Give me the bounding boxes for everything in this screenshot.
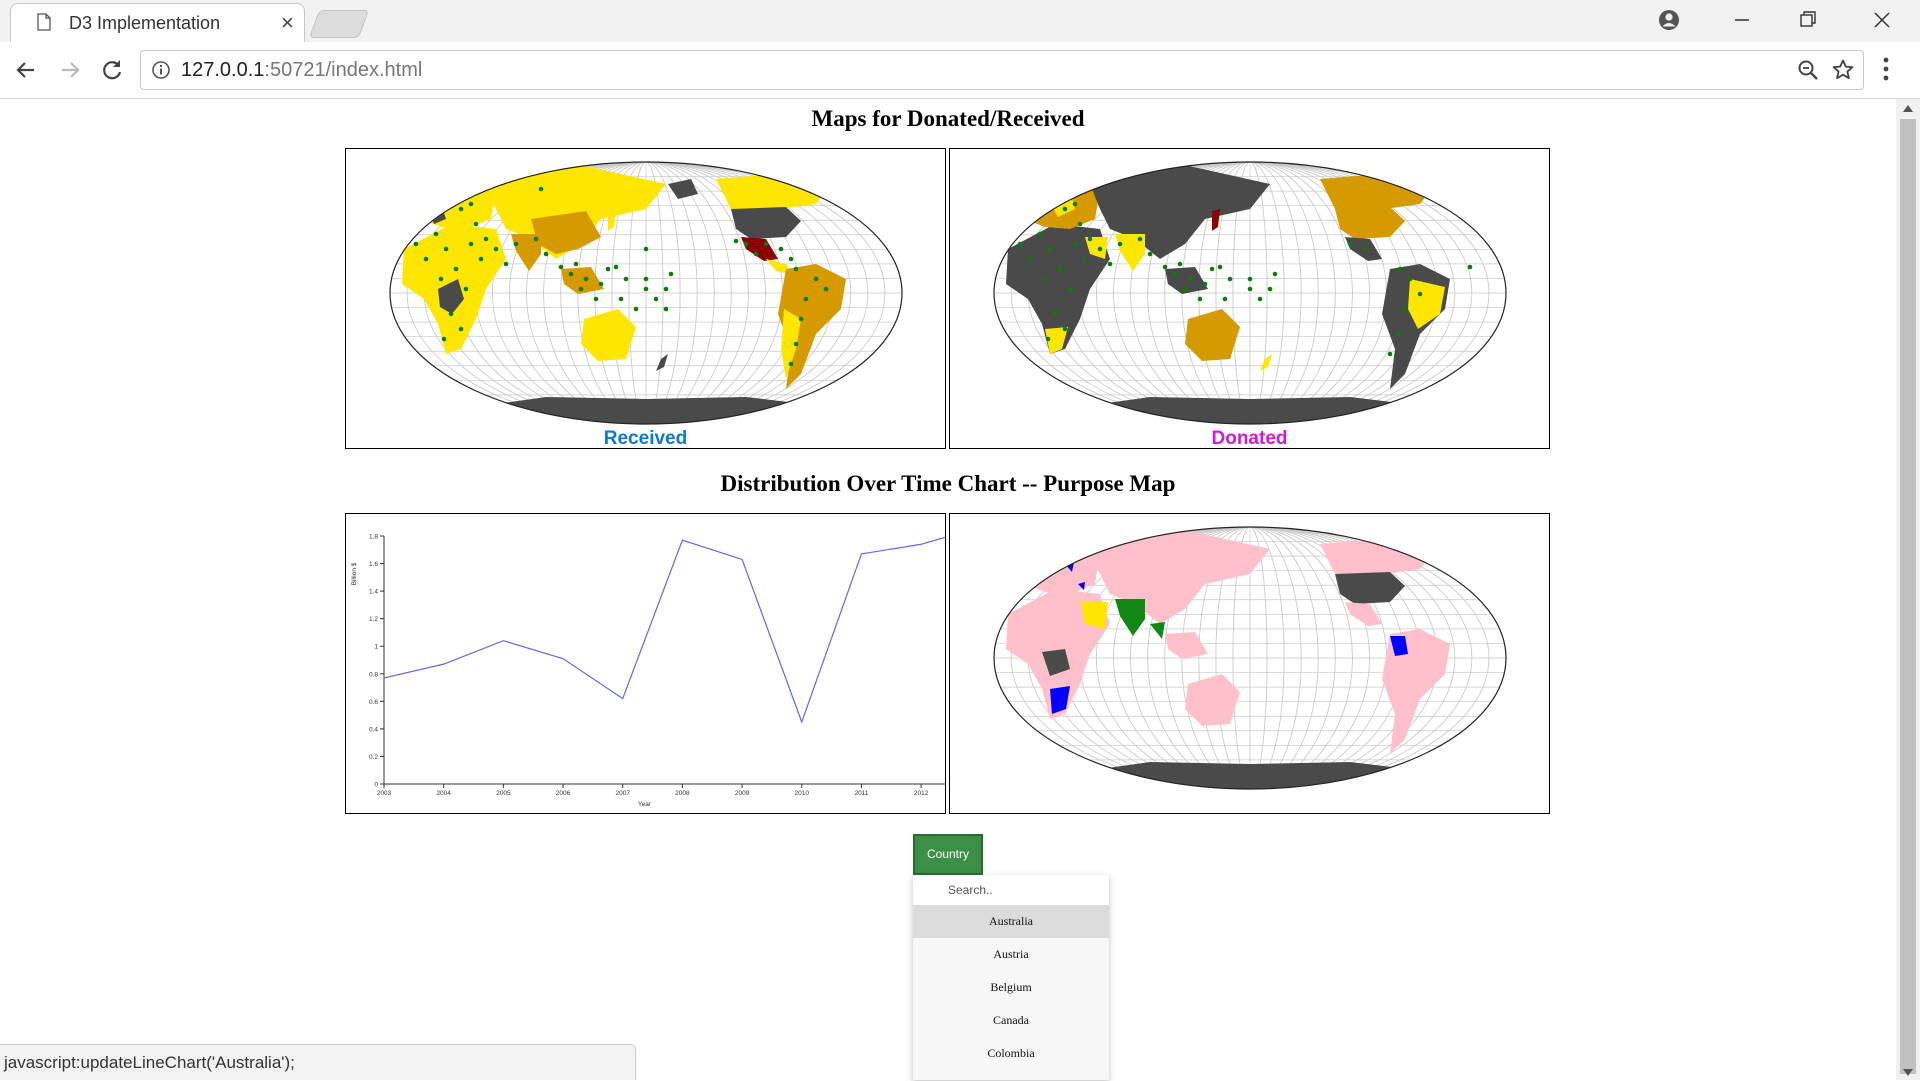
tab-title: D3 Implementation	[69, 13, 220, 34]
purpose-map-panel[interactable]	[949, 513, 1550, 814]
x-tick-label: 2009	[735, 790, 750, 797]
y-tick-label: 0.6	[369, 699, 378, 706]
x-axis-label: Year	[638, 801, 652, 808]
profile-icon[interactable]	[1656, 6, 1682, 34]
scroll-down-arrow-icon[interactable]	[1903, 1069, 1913, 1076]
x-tick-label: 2010	[795, 790, 810, 797]
y-axis-label: Billion $	[351, 562, 358, 585]
url-host: 127.0.0.1	[181, 59, 264, 81]
url-path: :50721/index.html	[264, 59, 422, 81]
y-tick-label: 1.4	[369, 589, 378, 596]
country-search-input[interactable]	[913, 875, 1109, 905]
status-bar: javascript:updateLineChart('Australia');	[0, 1044, 636, 1080]
x-tick-label: 2006	[556, 790, 571, 797]
y-tick-label: 1.2	[369, 616, 378, 623]
page-scrollbar[interactable]	[1896, 99, 1920, 1080]
info-icon[interactable]	[151, 60, 171, 80]
browser-toolbar: 127.0.0.1:50721/index.html	[0, 42, 1920, 99]
maps-section-title: Maps for Donated/Received	[0, 106, 1896, 132]
distribution-line-chart: 0 0.2 0.4 0.6 0.8 1 1.2 1.4 1.6 1.8 2003 2004 2005 20…	[346, 514, 945, 813]
country-option-canada[interactable]: Canada	[913, 1004, 1109, 1037]
x-tick-label: 2004	[436, 790, 451, 797]
country-dropdown: Australia Austria Belgium Canada Colombi…	[913, 875, 1109, 1080]
received-label: Received	[346, 428, 945, 449]
y-tick-label: 0.8	[369, 671, 378, 678]
url-text[interactable]: 127.0.0.1:50721/index.html	[181, 59, 422, 82]
back-icon[interactable]	[12, 56, 40, 84]
address-bar[interactable]: 127.0.0.1:50721/index.html	[140, 50, 1864, 90]
zoom-icon[interactable]	[1797, 59, 1819, 81]
donated-map-panel[interactable]: Donated	[949, 148, 1550, 449]
received-map[interactable]	[346, 149, 945, 448]
country-option-austria[interactable]: Austria	[913, 938, 1109, 971]
bookmark-star-icon[interactable]	[1831, 58, 1855, 82]
x-tick-label: 2011	[854, 790, 868, 797]
y-tick-label: 0	[374, 782, 378, 789]
y-tick-label: 1.6	[369, 561, 378, 568]
restore-icon[interactable]	[1792, 6, 1824, 34]
received-map-panel[interactable]: Received	[345, 148, 946, 449]
x-tick-label: 2008	[675, 790, 690, 797]
country-option-colombia[interactable]: Colombia	[913, 1037, 1109, 1070]
x-tick-label: 2005	[496, 790, 511, 797]
browser-tab[interactable]: D3 Implementation ×	[10, 3, 305, 43]
reload-icon[interactable]	[98, 56, 126, 84]
page-icon	[37, 13, 51, 31]
scroll-thumb[interactable]	[1900, 119, 1916, 1074]
y-tick-label: 0.4	[369, 726, 378, 733]
land-greenland	[796, 161, 846, 187]
land-greenland	[1400, 526, 1450, 552]
y-tick-label: 1	[374, 644, 378, 651]
series-line	[384, 537, 945, 722]
scroll-up-arrow-icon[interactable]	[1903, 105, 1913, 112]
y-tick-label: 1.8	[369, 534, 378, 541]
distribution-section-title: Distribution Over Time Chart -- Purpose …	[0, 471, 1896, 497]
minimize-icon[interactable]	[1726, 6, 1758, 34]
land-greenland	[1400, 161, 1450, 187]
x-tick-label: 2003	[377, 790, 392, 797]
x-tick-label: 2007	[615, 790, 630, 797]
forward-icon[interactable]	[56, 56, 84, 84]
x-tick-label: 2012	[914, 790, 929, 797]
browser-tab-strip: D3 Implementation ×	[0, 0, 1920, 42]
tab-close-icon[interactable]: ×	[281, 10, 294, 36]
donated-map[interactable]	[950, 149, 1549, 448]
new-tab-button[interactable]	[309, 10, 369, 38]
browser-menu-icon[interactable]	[1882, 56, 1890, 82]
country-option-belgium[interactable]: Belgium	[913, 971, 1109, 1004]
purpose-map[interactable]	[950, 514, 1549, 813]
y-tick-label: 0.2	[369, 754, 378, 761]
country-option-australia[interactable]: Australia	[913, 905, 1109, 938]
country-dropdown-button[interactable]: Country	[913, 834, 983, 875]
line-chart-panel: 0 0.2 0.4 0.6 0.8 1 1.2 1.4 1.6 1.8 2003 2004 2005 20…	[345, 513, 946, 814]
donated-label: Donated	[950, 428, 1549, 449]
window-close-icon[interactable]	[1866, 6, 1898, 34]
